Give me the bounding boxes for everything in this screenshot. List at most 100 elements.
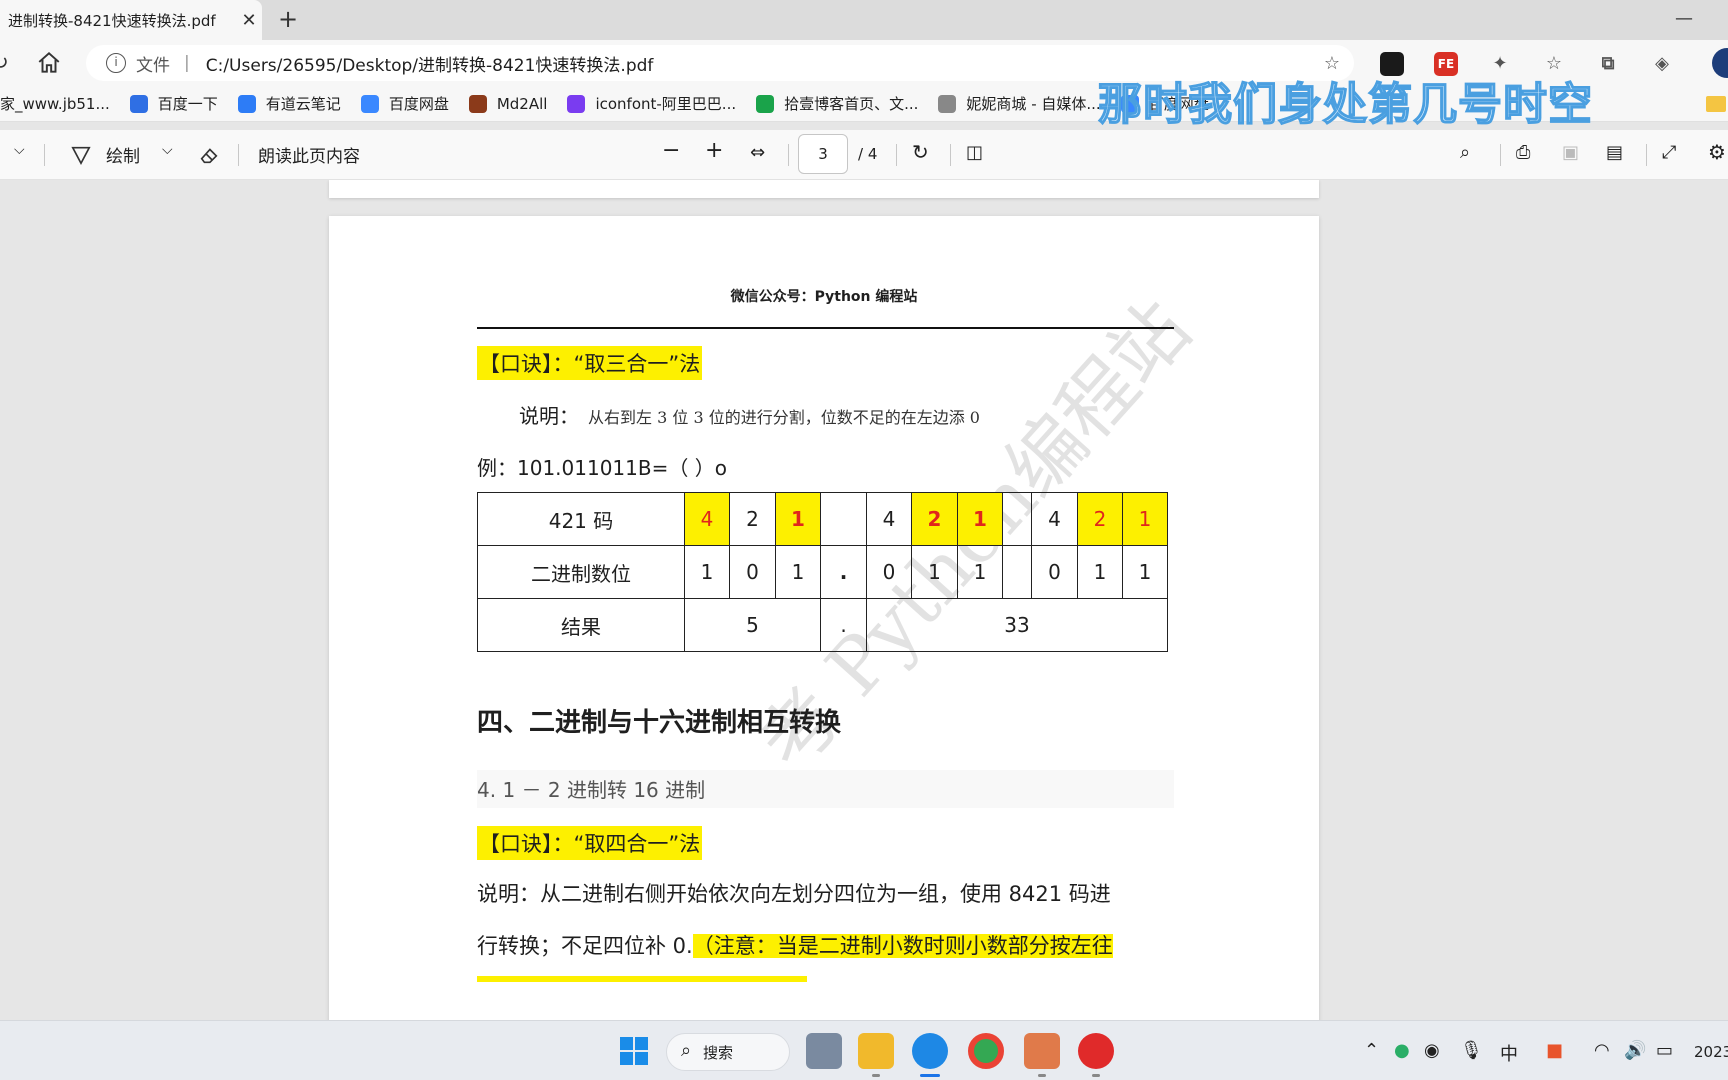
wifi-icon[interactable]: ◠	[1594, 1040, 1610, 1061]
bookmark-item[interactable]: 百度网盘	[360, 93, 449, 114]
eraser-icon[interactable]	[198, 144, 220, 166]
fit-width-icon[interactable]: ⇔	[750, 142, 765, 163]
performance-icon[interactable]: ◈	[1650, 52, 1674, 76]
table-row: 421 码 4 2 1 4 2 1 4 2 1	[477, 492, 1168, 546]
explain-2-line-1: 说明：从二进制右侧开始依次向左划分四位为一组，使用 8421 码进	[477, 882, 1111, 906]
row-label: 结果	[477, 598, 685, 652]
address-url[interactable]: C:/Users/26595/Desktop/进制转换-8421快速转换法.pd…	[206, 51, 654, 76]
reload-icon[interactable]: ↻	[0, 50, 9, 74]
pdf-viewport[interactable]: 考 Python编程站 微信公众号：Python 编程站 【口诀】：“取三合一”…	[0, 180, 1728, 1020]
table-cell: 1	[957, 545, 1003, 599]
volume-icon[interactable]: 🔊	[1624, 1040, 1646, 1061]
taskbar-search[interactable]: ⌕ 搜索	[666, 1033, 790, 1071]
bookmark-item[interactable]: 家_www.jb51...	[0, 93, 110, 114]
clock[interactable]: 2023	[1694, 1043, 1728, 1061]
taskbar-search-label: 搜索	[703, 1043, 734, 1062]
table-cell: 1	[1077, 545, 1123, 599]
bookmark-label: Md2All	[496, 94, 548, 113]
divider	[238, 144, 239, 166]
table-cell: 2	[729, 492, 776, 546]
new-tab-button[interactable]: +	[272, 4, 304, 36]
bookmark-favicon-icon	[567, 94, 586, 113]
table-cell: 0	[729, 545, 776, 599]
table-cell: 1	[957, 492, 1003, 546]
tray-overflow-chevron-icon[interactable]: ⌃	[1364, 1040, 1379, 1061]
row-label: 二进制数位	[477, 545, 685, 599]
search-icon[interactable]: ⌕	[1460, 142, 1470, 163]
tab-active[interactable]: 进制转换-8421快速转换法.pdf ✕	[0, 0, 262, 40]
zoom-out-icon[interactable]: −	[662, 138, 680, 163]
save-as-icon[interactable]: ▤	[1606, 142, 1623, 163]
bookmark-item[interactable]: Md2All	[468, 94, 548, 113]
tab-strip: 进制转换-8421快速转换法.pdf ✕ + —	[0, 0, 1728, 40]
bookmark-item[interactable]: 拾壹博客首页、文...	[756, 93, 918, 114]
profile-avatar[interactable]	[1712, 48, 1728, 78]
read-aloud-button[interactable]: 朗读此页内容	[258, 142, 360, 167]
divider	[788, 144, 789, 166]
bookmark-label: iconfont-阿里巴巴...	[595, 95, 737, 113]
collections-icon[interactable]: ⧉	[1596, 52, 1620, 76]
save-icon[interactable]: ▣	[1562, 142, 1579, 163]
settings-gear-icon[interactable]: ⚙	[1708, 140, 1726, 164]
page-number-input[interactable]: 3	[798, 134, 848, 174]
table-cell: .	[820, 545, 867, 599]
table-cell: 4	[1031, 492, 1078, 546]
bookmark-label: 百度网盘	[388, 95, 449, 113]
chevron-down-icon[interactable]: ⌵	[14, 142, 25, 158]
draw-label[interactable]: 绘制	[106, 142, 140, 167]
bookmark-item[interactable]: 百度一下	[129, 93, 218, 114]
edge-browser-icon[interactable]	[912, 1033, 948, 1069]
sogou-ime-icon[interactable]: ■	[1546, 1040, 1563, 1061]
draw-icon[interactable]	[70, 144, 92, 166]
tab-close-icon[interactable]: ✕	[236, 10, 262, 31]
start-windows-icon[interactable]	[616, 1033, 652, 1069]
file-explorer-icon[interactable]	[858, 1033, 894, 1069]
site-info-icon[interactable]: i	[106, 53, 126, 73]
row-label: 421 码	[477, 492, 685, 546]
bookmark-item[interactable]: iconfont-阿里巴巴...	[567, 93, 736, 114]
ime-indicator[interactable]: 中	[1500, 1040, 1518, 1066]
divider	[950, 144, 951, 166]
bookmark-favicon-icon	[938, 94, 957, 113]
explain-2-line-2: 行转换；不足四位补 0.（注意：当是二进制小数时则小数部分按左往	[477, 930, 1113, 960]
table-cell: 1	[775, 545, 821, 599]
zoom-in-icon[interactable]: +	[705, 138, 723, 163]
bookmark-item[interactable]: 妮妮商城 - 自媒体...	[938, 93, 1101, 114]
running-indicator	[1038, 1074, 1046, 1077]
fullscreen-icon[interactable]: ⤢	[1662, 142, 1676, 163]
pdf-page: 考 Python编程站 微信公众号：Python 编程站 【口诀】：“取三合一”…	[329, 216, 1319, 1020]
chrome-icon[interactable]	[968, 1033, 1004, 1069]
minimize-button[interactable]: —	[1668, 4, 1700, 36]
example-1: 例：101.011011B=（ ）o	[477, 456, 727, 480]
pdf-toolbar: ⌵ 绘制 ⌵ 朗读此页内容 − + ⇔ 3 / 4 ↻ ◫ ⌕ ⎙ ▣ ▤ ⤢ …	[0, 130, 1728, 180]
running-indicator	[872, 1074, 880, 1077]
rotate-icon[interactable]: ↻	[912, 140, 929, 164]
draw-options-chevron-icon[interactable]: ⌵	[162, 142, 173, 158]
table-cell: 5	[684, 598, 821, 652]
qq-icon[interactable]: ◉	[1424, 1040, 1440, 1061]
home-icon[interactable]	[36, 50, 62, 76]
task-view-icon[interactable]	[806, 1033, 842, 1069]
page-view-icon[interactable]: ◫	[966, 142, 983, 163]
divider	[1500, 144, 1501, 166]
table-cell: 1	[684, 545, 730, 599]
running-indicator	[1092, 1074, 1100, 1077]
explain-2-line-2a: 行转换；不足四位补 0.	[477, 934, 693, 958]
explain-1-text: 从右到左 3 位 3 位的进行分割，位数不足的在左边添 0	[588, 408, 980, 427]
bookmark-item[interactable]: 有道云笔记	[237, 93, 341, 114]
table-cell: 1	[1122, 492, 1168, 546]
microphone-icon[interactable]: 🎙	[1460, 1040, 1483, 1061]
previous-page	[329, 180, 1319, 198]
bookmark-favicon-icon	[756, 94, 775, 113]
bookmark-favicon-icon	[129, 94, 148, 113]
wechat-icon[interactable]: ●	[1394, 1040, 1410, 1061]
overlay-caption: 那时我们身处第几号时空	[1097, 78, 1593, 131]
media-player-icon[interactable]	[1024, 1033, 1060, 1069]
netease-music-icon[interactable]	[1078, 1033, 1114, 1069]
print-icon[interactable]: ⎙	[1516, 142, 1530, 163]
folder-icon[interactable]	[1706, 96, 1726, 112]
table-cell: 1	[775, 492, 821, 546]
divider	[44, 144, 45, 166]
battery-icon[interactable]: ▭	[1656, 1040, 1673, 1061]
header-rule	[477, 327, 1174, 329]
